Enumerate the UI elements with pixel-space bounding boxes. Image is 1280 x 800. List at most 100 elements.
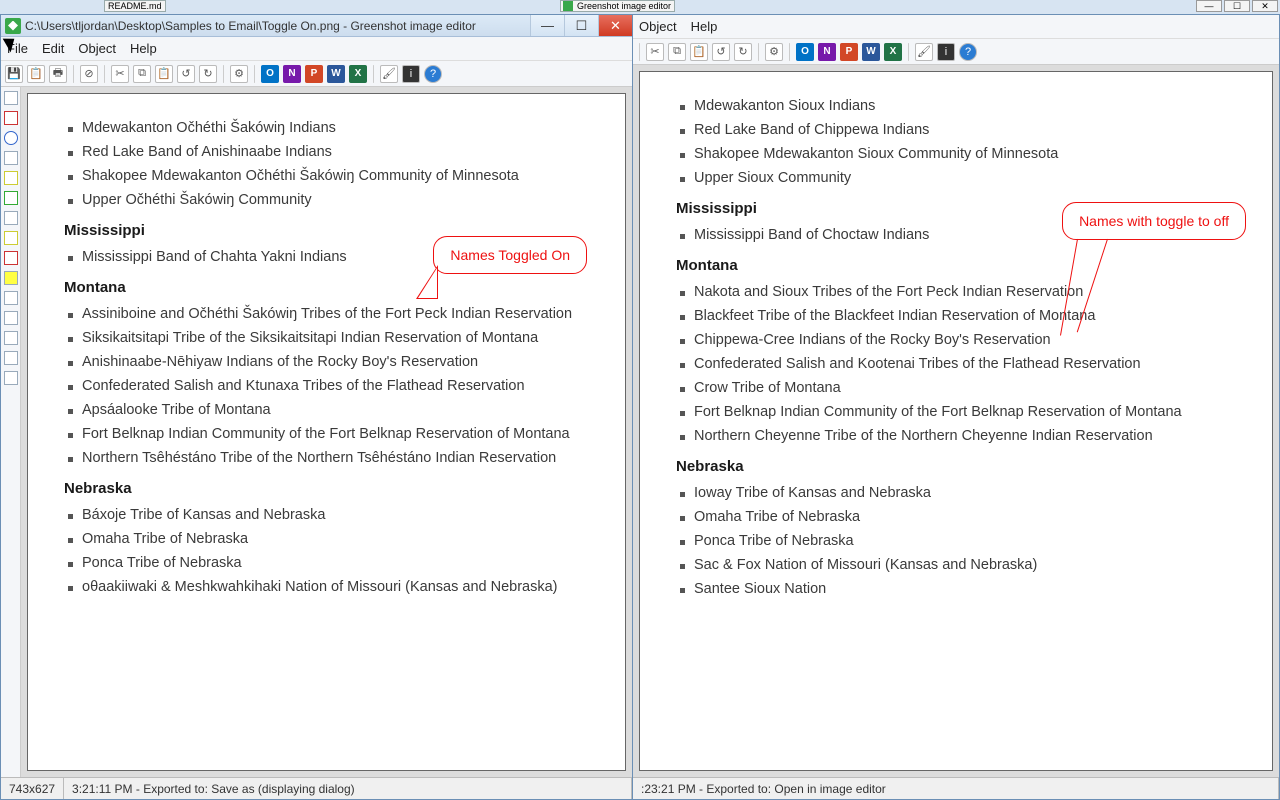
list-item: Fort Belknap Indian Community of the For… [64, 426, 597, 442]
outlook-icon[interactable]: O [261, 65, 279, 83]
list-item: Anishinaabe-Nēhiyaw Indians of the Rocky… [64, 354, 597, 370]
menu-object[interactable]: Object [78, 41, 116, 56]
menu-object[interactable]: Object [639, 19, 677, 34]
mspaint-icon[interactable]: 🖌 [915, 43, 933, 61]
bg-tab-readme: README.md [104, 0, 166, 12]
rect-tool-icon[interactable] [4, 111, 18, 125]
titlebar-left[interactable]: C:\Users\tljordan\Desktop\Samples to Ema… [1, 15, 632, 37]
tribe-list: Assiniboine and Očhéthi Šakówiŋ Tribes o… [64, 306, 597, 466]
crop-tool-icon[interactable] [4, 331, 18, 345]
list-item: Nakota and Sioux Tribes of the Fort Peck… [676, 284, 1244, 300]
list-item: oθaakiiwaki & Meshkwahkihaki Nation of M… [64, 579, 597, 595]
menu-help[interactable]: Help [130, 41, 157, 56]
list-item: Apsáalooke Tribe of Montana [64, 402, 597, 418]
rotate-tool-icon[interactable] [4, 351, 18, 365]
menu-edit[interactable]: Edit [42, 41, 64, 56]
cut-icon[interactable]: ✂ [111, 65, 129, 83]
arrow-tool-icon[interactable] [4, 171, 18, 185]
undo-icon[interactable]: ↺ [177, 65, 195, 83]
state-heading: Nebraska [64, 480, 597, 497]
callout-tail [416, 265, 438, 299]
undo-icon[interactable]: ↺ [712, 43, 730, 61]
list-item: Sac & Fox Nation of Missouri (Kansas and… [676, 557, 1244, 573]
menubar-right: Object Help [633, 15, 1279, 39]
greenshot-icon [563, 1, 573, 11]
tribe-list: Ioway Tribe of Kansas and NebraskaOmaha … [676, 485, 1244, 597]
status-msg: :23:21 PM - Exported to: Open in image e… [633, 778, 1279, 799]
powerpoint-icon[interactable]: P [840, 43, 858, 61]
settings-icon[interactable]: ⚙ [765, 43, 783, 61]
list-item: Confederated Salish and Kootenai Tribes … [676, 356, 1244, 372]
toolbar-right: ✂ ⧉ 📋 ↺ ↻ ⚙ O N P W X 🖌 i ? [633, 39, 1279, 65]
tribe-list: Nakota and Sioux Tribes of the Fort Peck… [676, 284, 1244, 444]
save-icon[interactable]: 💾 [5, 65, 23, 83]
delete-icon[interactable]: ⊘ [80, 65, 98, 83]
list-item: Upper Očhéthi Šakówiŋ Community [64, 192, 597, 208]
callout-left[interactable]: Names Toggled On [433, 236, 587, 274]
callout-right[interactable]: Names with toggle to off [1062, 202, 1246, 240]
excel-icon[interactable]: X [884, 43, 902, 61]
toolbar-sep [104, 65, 105, 83]
onenote-icon[interactable]: N [818, 43, 836, 61]
bg-min-button[interactable]: — [1196, 0, 1222, 12]
list-item: Shakopee Mdewakanton Očhéthi Šakówiŋ Com… [64, 168, 597, 184]
paste-icon[interactable]: 📋 [155, 65, 173, 83]
list-item: Santee Sioux Nation [676, 581, 1244, 597]
list-item: Báxoje Tribe of Kansas and Nebraska [64, 507, 597, 523]
word-icon[interactable]: W [862, 43, 880, 61]
toolbar-sep [73, 65, 74, 83]
obfuscate-tool-icon[interactable] [4, 291, 18, 305]
list-item: Fort Belknap Indian Community of the For… [676, 404, 1244, 420]
ellipse-tool-icon[interactable] [4, 131, 18, 145]
copy-icon[interactable]: ⧉ [133, 65, 151, 83]
redo-icon[interactable]: ↻ [734, 43, 752, 61]
menu-help[interactable]: Help [691, 19, 718, 34]
clipboard-icon[interactable]: 📋 [27, 65, 45, 83]
list-item: Northern Tsêhéstáno Tribe of the Norther… [64, 450, 597, 466]
toolbar-sep [758, 43, 759, 61]
effect-tool-icon[interactable] [4, 311, 18, 325]
counter-tool-icon[interactable] [4, 251, 18, 265]
word-icon[interactable]: W [327, 65, 345, 83]
canvas-area-left: Mdewakanton Očhéthi Šakówiŋ IndiansRed L… [21, 87, 632, 777]
cut-icon[interactable]: ✂ [646, 43, 664, 61]
mspaint-icon[interactable]: 🖌 [380, 65, 398, 83]
canvas-right[interactable]: Mdewakanton Sioux IndiansRed Lake Band o… [639, 71, 1273, 771]
redo-icon[interactable]: ↻ [199, 65, 217, 83]
doc-content-right: Mdewakanton Sioux IndiansRed Lake Band o… [676, 98, 1244, 597]
onenote-icon[interactable]: N [283, 65, 301, 83]
speechbubble-tool-icon[interactable] [4, 231, 18, 245]
resize-tool-icon[interactable] [4, 371, 18, 385]
toolbar-sep [254, 65, 255, 83]
select-tool-icon[interactable] [4, 91, 18, 105]
canvas-left[interactable]: Mdewakanton Očhéthi Šakówiŋ IndiansRed L… [27, 93, 626, 771]
info-icon[interactable]: i [402, 65, 420, 83]
paste-icon[interactable]: 📋 [690, 43, 708, 61]
minimize-button[interactable]: — [530, 15, 564, 36]
toolbar-left: 💾 📋 🖶 ⊘ ✂ ⧉ 📋 ↺ ↻ ⚙ O N P W X 🖌 i ? [1, 61, 632, 87]
copy-icon[interactable]: ⧉ [668, 43, 686, 61]
list-item: Upper Sioux Community [676, 170, 1244, 186]
powerpoint-icon[interactable]: P [305, 65, 323, 83]
list-item: Blackfeet Tribe of the Blackfeet Indian … [676, 308, 1244, 324]
list-item: Confederated Salish and Ktunaxa Tribes o… [64, 378, 597, 394]
bg-max-button[interactable]: ☐ [1224, 0, 1250, 12]
text-tool-icon[interactable] [4, 211, 18, 225]
freehand-tool-icon[interactable] [4, 191, 18, 205]
list-item: Assiniboine and Očhéthi Šakówiŋ Tribes o… [64, 306, 597, 322]
help-icon[interactable]: ? [424, 65, 442, 83]
statusbar-right: :23:21 PM - Exported to: Open in image e… [633, 777, 1279, 799]
print-icon[interactable]: 🖶 [49, 65, 67, 83]
maximize-button[interactable]: ☐ [564, 15, 598, 36]
bg-close-button[interactable]: ✕ [1252, 0, 1278, 12]
info-icon[interactable]: i [937, 43, 955, 61]
line-tool-icon[interactable] [4, 151, 18, 165]
outlook-icon[interactable]: O [796, 43, 814, 61]
close-button[interactable]: ✕ [598, 15, 632, 36]
highlight-tool-icon[interactable] [4, 271, 18, 285]
list-item: Mdewakanton Sioux Indians [676, 98, 1244, 114]
excel-icon[interactable]: X [349, 65, 367, 83]
window-title: C:\Users\tljordan\Desktop\Samples to Ema… [25, 19, 530, 33]
settings-icon[interactable]: ⚙ [230, 65, 248, 83]
help-icon[interactable]: ? [959, 43, 977, 61]
